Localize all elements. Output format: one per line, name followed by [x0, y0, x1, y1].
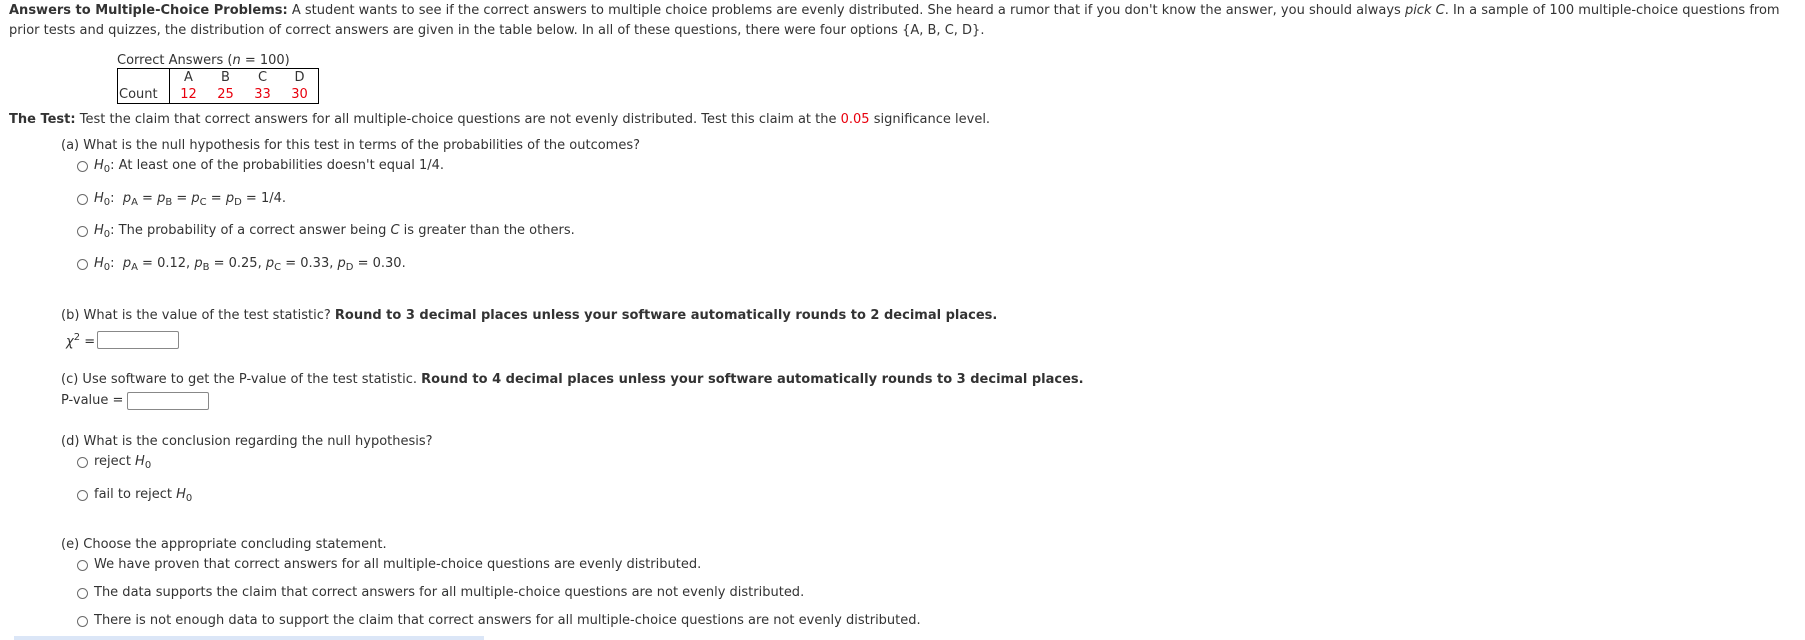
- counts-table-wrapper: Correct Answers (n = 100) A B C D Count …: [117, 53, 319, 104]
- p-value-label: P-value =: [61, 393, 124, 408]
- option-label: The data supports the claim that correct…: [94, 585, 805, 600]
- option-label: H0: At least one of the probabilities do…: [94, 158, 445, 175]
- intro-text-1: A student wants to see if the correct an…: [287, 3, 1405, 18]
- radio-button[interactable]: [77, 559, 88, 571]
- part-a-option-4[interactable]: H0: pA = 0.12, pB = 0.25, pC = 0.33, pD …: [77, 254, 406, 274]
- chi-square-input[interactable]: [97, 331, 180, 350]
- table-value-cell: 33: [254, 87, 271, 102]
- radio-button[interactable]: [77, 225, 88, 237]
- table-caption: Correct Answers (n = 100): [117, 53, 290, 68]
- radio-button[interactable]: [77, 489, 88, 501]
- bottom-divider-bar: [14, 636, 484, 640]
- radio-button[interactable]: [77, 587, 88, 599]
- radio-button[interactable]: [77, 193, 88, 205]
- significance-level: 0.05: [840, 112, 870, 127]
- table-header-cell: D: [294, 70, 305, 85]
- table-corner-cell: [117, 68, 170, 86]
- radio-button[interactable]: [77, 258, 88, 270]
- table-value-cell: 12: [180, 87, 197, 102]
- table-header-cell: C: [257, 70, 268, 85]
- part-a-option-3[interactable]: H0: The probability of a correct answer …: [77, 221, 575, 241]
- test-statement: The Test: Test the claim that correct an…: [9, 112, 991, 127]
- option-label: H0: pA = 0.12, pB = 0.25, pC = 0.33, pD …: [94, 256, 406, 273]
- option-label: We have proven that correct answers for …: [94, 557, 702, 572]
- table-value-cell: 30: [291, 87, 308, 102]
- option-label: H0: pA = pB = pC = pD = 1/4.: [94, 191, 287, 208]
- part-e-option-1[interactable]: We have proven that correct answers for …: [77, 555, 701, 575]
- table-value-cell: 25: [217, 87, 234, 102]
- part-e-question: (e) Choose the appropriate concluding st…: [61, 537, 387, 552]
- table-header-cell: B: [221, 70, 230, 85]
- table-row: Count 12 25 33 30: [117, 86, 319, 104]
- option-label: fail to reject H0: [94, 487, 193, 504]
- counts-table: A B C D Count 12 25 33 30: [117, 68, 319, 104]
- table-header-row: A B C D: [117, 68, 319, 86]
- part-a-option-1[interactable]: H0: At least one of the probabilities do…: [77, 156, 444, 176]
- intro-italic-phrase: pick C: [1404, 3, 1445, 18]
- part-a-question: (a) What is the null hypothesis for this…: [61, 138, 641, 153]
- test-label: The Test:: [9, 112, 76, 127]
- option-label: H0: The probability of a correct answer …: [94, 223, 575, 240]
- p-value-row: P-value =: [61, 391, 210, 411]
- table-header-cell: A: [184, 70, 193, 85]
- part-c-question: (c) Use software to get the P-value of t…: [61, 372, 1084, 387]
- radio-button[interactable]: [77, 615, 88, 627]
- part-b-question: (b) What is the value of the test statis…: [61, 308, 998, 323]
- chi-square-row: χ2 =: [66, 328, 180, 352]
- part-d-option-reject[interactable]: reject H0: [77, 452, 151, 472]
- table-row-label: Count: [117, 86, 170, 104]
- option-label: There is not enough data to support the …: [94, 613, 921, 628]
- p-value-input[interactable]: [127, 392, 210, 410]
- part-e-option-2[interactable]: The data supports the claim that correct…: [77, 583, 804, 603]
- chi-square-label: χ2 =: [66, 332, 96, 350]
- radio-button[interactable]: [77, 160, 88, 172]
- part-d-question: (d) What is the conclusion regarding the…: [61, 434, 433, 449]
- problem-intro: Answers to Multiple-Choice Problems: A s…: [9, 1, 1801, 41]
- radio-button[interactable]: [77, 456, 88, 468]
- part-e-option-3[interactable]: There is not enough data to support the …: [77, 611, 921, 631]
- problem-title: Answers to Multiple-Choice Problems:: [9, 3, 288, 18]
- part-a-option-2[interactable]: H0: pA = pB = pC = pD = 1/4.: [77, 189, 286, 209]
- part-d-option-fail-to-reject[interactable]: fail to reject H0: [77, 485, 192, 505]
- option-label: reject H0: [94, 454, 152, 471]
